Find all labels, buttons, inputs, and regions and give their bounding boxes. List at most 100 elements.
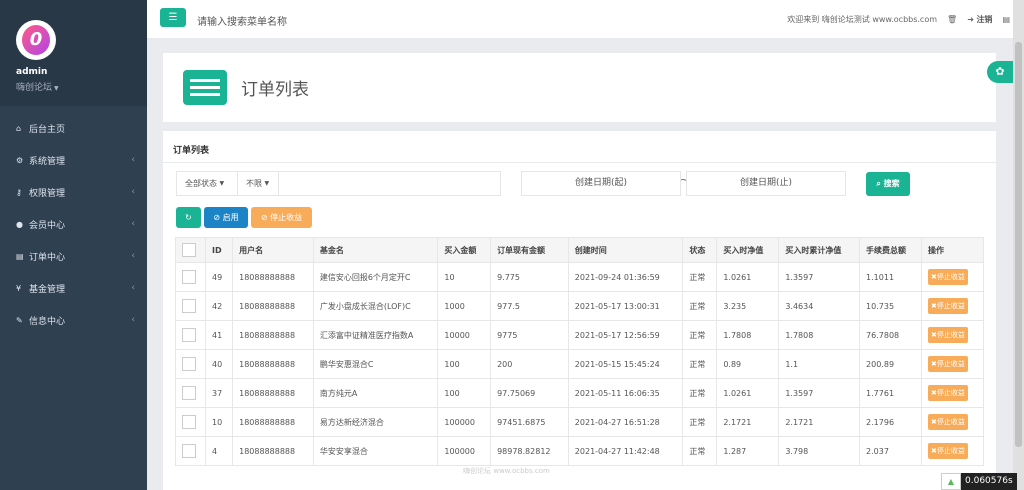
- row-stop-button[interactable]: ✖停止收益: [928, 443, 968, 459]
- table-cell: 41: [204, 320, 234, 350]
- row-checkbox[interactable]: [182, 299, 196, 313]
- row-stop-button[interactable]: ✖停止收益: [928, 327, 968, 343]
- logout-link[interactable]: ➜ 注销: [967, 14, 992, 25]
- table-row[interactable]: 42 18088888888 广发小盘成长混合(LOF)C 1000 977.5 2021…: [175, 291, 984, 321]
- table-cell: 鹏华安惠混合C: [312, 349, 439, 379]
- table-row[interactable]: 40 18088888888 鹏华安惠混合C 100 200 2021-05-15 15:…: [175, 349, 984, 379]
- table-cell: 1.7808: [778, 320, 861, 350]
- table-row[interactable]: 37 18088888888 南方纯元A 100 97.75069 2021-05-11 …: [175, 378, 984, 408]
- chevron-left-icon: ‹: [131, 283, 135, 293]
- table-cell: 100: [437, 378, 492, 408]
- table-row[interactable]: 49 18088888888 建信安心回报6个月定开C 10 9.775 2021-09-…: [175, 262, 984, 292]
- table-row[interactable]: 4 18088888888 华安安享混合 100000 98978.82812 2021-…: [175, 436, 984, 466]
- sidebar-item-2[interactable]: ⚷ 权限管理 ‹: [0, 176, 147, 208]
- table-cell: 汇添富中证精准医疗指数A: [312, 320, 439, 350]
- debug-logo-icon[interactable]: ▲: [941, 473, 961, 490]
- sidebar-item-4[interactable]: ▤ 订单中心 ‹: [0, 240, 147, 272]
- sidebar-item-label: 基金管理: [29, 284, 66, 295]
- table-cell: 2021-05-11 16:06:35: [567, 378, 684, 408]
- action-cell: ✖停止收益: [921, 262, 984, 292]
- row-checkbox[interactable]: [182, 328, 196, 342]
- table-cell: 10: [437, 262, 492, 292]
- table-cell: 10: [204, 407, 234, 437]
- column-header: 用户名: [232, 237, 314, 263]
- row-checkbox[interactable]: [182, 386, 196, 400]
- debug-timer: ▲ 0.060576s: [941, 473, 1017, 490]
- table-cell: 40: [204, 349, 234, 379]
- row-stop-button[interactable]: ✖停止收益: [928, 356, 968, 372]
- trash-icon[interactable]: 🗑: [947, 15, 957, 24]
- table-cell: 100000: [437, 436, 492, 466]
- table-cell: 18088888888: [232, 378, 314, 408]
- action-cell: ✖停止收益: [921, 378, 984, 408]
- gear-icon[interactable]: ✿: [987, 61, 1013, 83]
- column-header: 买入时净值: [716, 237, 780, 263]
- row-stop-button[interactable]: ✖停止收益: [928, 385, 968, 401]
- row-checkbox-cell: [175, 349, 206, 379]
- unlimited-select[interactable]: 不限 ▼: [237, 171, 279, 196]
- enable-button[interactable]: ⊘ 启用: [204, 207, 248, 228]
- sidebar-item-6[interactable]: ✎ 信息中心 ‹: [0, 304, 147, 336]
- list-icon: [183, 70, 227, 105]
- caret-down-icon: ▼: [264, 180, 270, 187]
- row-stop-button[interactable]: ✖停止收益: [928, 298, 968, 314]
- row-checkbox[interactable]: [182, 357, 196, 371]
- sidebar-item-5[interactable]: ¥ 基金管理 ‹: [0, 272, 147, 304]
- page-header: 订单列表: [163, 53, 996, 122]
- refresh-button[interactable]: ↻: [176, 207, 201, 228]
- table-cell: 18088888888: [232, 407, 314, 437]
- table-cell: 977.5: [490, 291, 569, 321]
- scrollbar[interactable]: [1013, 0, 1024, 490]
- sidebar-item-3[interactable]: ● 会员中心 ‹: [0, 208, 147, 240]
- table-cell: 1.7761: [859, 378, 923, 408]
- role-dropdown[interactable]: 嗨创论坛 ▼: [16, 80, 147, 93]
- search-button[interactable]: ⌕ 搜索: [866, 172, 910, 196]
- row-checkbox-cell: [175, 436, 206, 466]
- sidebar-item-label: 会员中心: [29, 220, 66, 231]
- chevron-left-icon: ‹: [131, 251, 135, 261]
- sidebar-item-0[interactable]: ⌂ 后台主页: [0, 112, 147, 144]
- table-cell: 3.235: [716, 291, 780, 321]
- keyword-input[interactable]: [278, 171, 501, 196]
- table-cell: 37: [204, 378, 234, 408]
- table-cell: 200.89: [859, 349, 923, 379]
- home-icon: ⌂: [16, 123, 22, 133]
- scrollbar-thumb[interactable]: [1015, 42, 1022, 447]
- row-checkbox[interactable]: [182, 270, 196, 284]
- row-stop-button[interactable]: ✖停止收益: [928, 414, 968, 430]
- table-cell: 1.7808: [716, 320, 780, 350]
- table-cell: 2021-04-27 16:51:28: [567, 407, 684, 437]
- key-icon: ⚷: [16, 187, 22, 197]
- menu-search-input[interactable]: 请输入搜索菜单名称: [197, 13, 287, 28]
- list-icon: ▤: [16, 251, 24, 261]
- wrench-icon: ✎: [16, 315, 23, 325]
- row-stop-button[interactable]: ✖停止收益: [928, 269, 968, 285]
- menu-toggle-button[interactable]: ☰: [160, 8, 186, 27]
- table-cell: 2.1721: [778, 407, 861, 437]
- table-cell: 1.3597: [778, 378, 861, 408]
- table-cell: 100000: [437, 407, 492, 437]
- table-cell: 2.1721: [716, 407, 780, 437]
- sidebar-item-1[interactable]: ⚙ 系统管理 ‹: [0, 144, 147, 176]
- table-cell: 9775: [490, 320, 569, 350]
- column-header: 创建时间: [567, 237, 684, 263]
- action-cell: ✖停止收益: [921, 349, 984, 379]
- start-date-input[interactable]: 创建日期(起): [521, 171, 681, 196]
- table-cell: 正常: [682, 349, 718, 379]
- status-select[interactable]: 全部状态 ▼: [176, 171, 238, 196]
- table-cell: 2021-05-17 13:00:31: [567, 291, 684, 321]
- table-cell: 正常: [682, 378, 718, 408]
- end-date-input[interactable]: 创建日期(止): [686, 171, 846, 196]
- sidebar-menu: ⌂ 后台主页 ⚙ 系统管理 ‹ ⚷ 权限管理 ‹ ● 会员中心 ‹ ▤ 订单中心 ‹ ¥ 基金管理 ‹ ✎ 信息中心…: [0, 112, 147, 336]
- row-checkbox[interactable]: [182, 415, 196, 429]
- table-row[interactable]: 41 18088888888 汇添富中证精准医疗指数A 10000 9775 2021-0…: [175, 320, 984, 350]
- order-table: ID 用户名 基金名 买入金额 订单现有金额 创建时间 状态 买入时净值 买入时累计净值 手续费总…: [175, 237, 984, 466]
- avatar[interactable]: 0: [16, 20, 56, 60]
- table-row[interactable]: 10 18088888888 易方达新经济混合 100000 97451.6875 202…: [175, 407, 984, 437]
- table-cell: 10000: [437, 320, 492, 350]
- settings-icon[interactable]: ▤: [1002, 15, 1010, 24]
- stop-earnings-button[interactable]: ⊘ 停止收益: [251, 207, 312, 228]
- row-checkbox[interactable]: [182, 444, 196, 458]
- column-header: 基金名: [312, 237, 439, 263]
- select-all-checkbox[interactable]: [182, 243, 196, 257]
